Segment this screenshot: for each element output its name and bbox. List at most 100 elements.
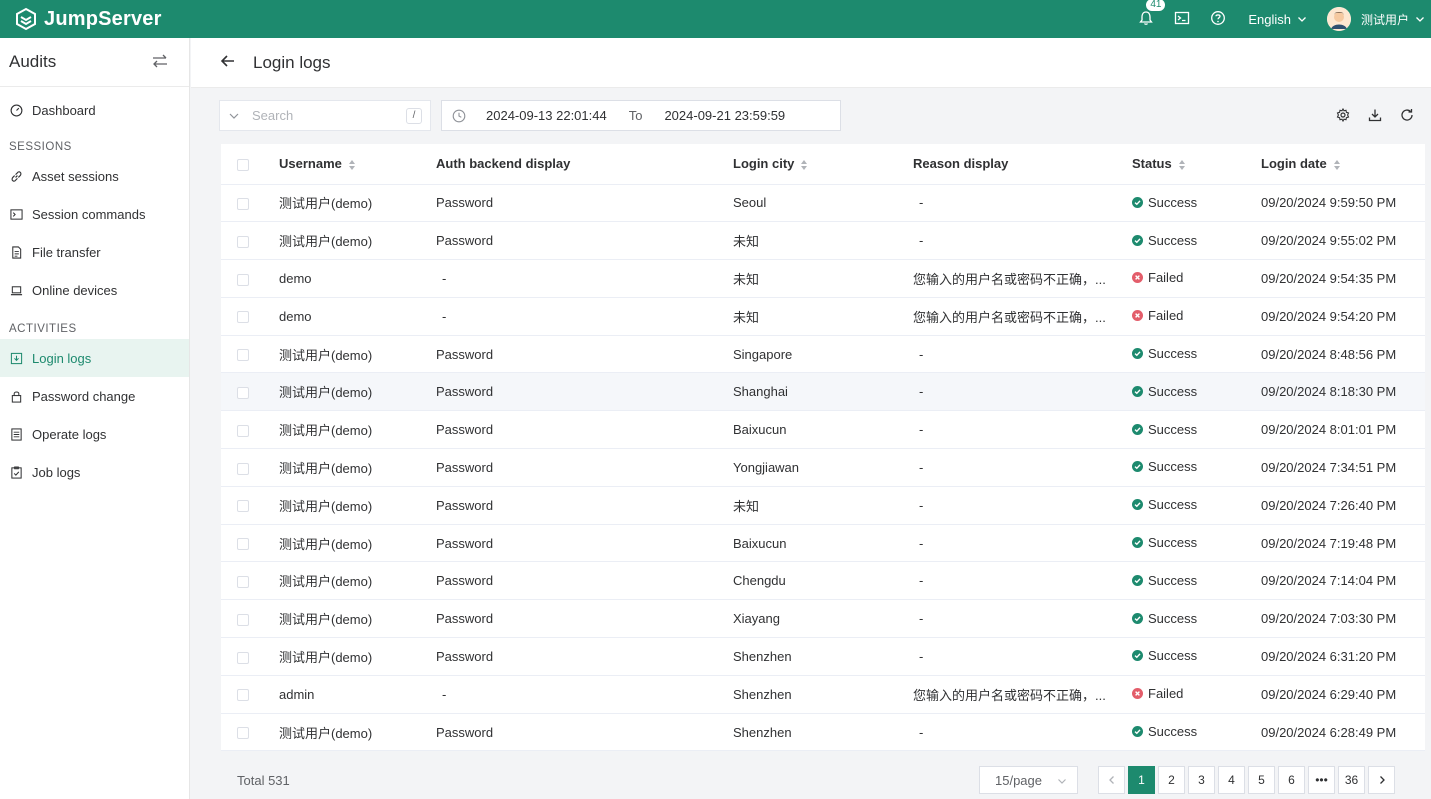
sidebar-item-dashboard[interactable]: Dashboard xyxy=(0,91,189,129)
sidebar-item-online-devices[interactable]: Online devices xyxy=(0,271,189,309)
next-page-button[interactable] xyxy=(1368,766,1395,794)
page-button[interactable]: 36 xyxy=(1338,766,1365,794)
sidebar-item-file-transfer[interactable]: File transfer xyxy=(0,233,189,271)
column-header-login-date[interactable]: Login date xyxy=(1261,144,1425,185)
row-select-cell[interactable] xyxy=(221,372,279,412)
table-row[interactable]: 测试用户(demo) Password 未知 - Success 09/20/2024 9… xyxy=(221,221,1425,261)
row-checkbox[interactable] xyxy=(237,613,249,626)
table-row[interactable]: 测试用户(demo) Password Seoul - Success 09/20/202… xyxy=(221,184,1425,223)
select-all-cell[interactable] xyxy=(221,144,279,185)
table-row[interactable]: 测试用户(demo) Password Shanghai - Success 09/20/… xyxy=(221,372,1425,412)
cell-login-city-text: 未知 xyxy=(733,309,760,325)
row-select-cell[interactable] xyxy=(221,524,279,563)
chevron-down-icon[interactable] xyxy=(228,110,240,122)
sort-icon[interactable] xyxy=(1333,159,1341,171)
row-select-cell[interactable] xyxy=(221,561,279,601)
page-button[interactable]: 5 xyxy=(1248,766,1275,794)
export-button[interactable] xyxy=(1359,104,1391,126)
clipboard-check-icon xyxy=(9,465,23,479)
sort-icon[interactable] xyxy=(348,159,356,171)
page-button[interactable]: 3 xyxy=(1188,766,1215,794)
row-checkbox[interactable] xyxy=(237,197,249,210)
language-selector[interactable]: English xyxy=(1236,12,1317,27)
row-checkbox[interactable] xyxy=(237,311,249,324)
row-checkbox[interactable] xyxy=(237,235,249,248)
table-row[interactable]: demo - 未知 您输入的用户名或密码不正确，... Failed 09/20/2024… xyxy=(221,297,1425,336)
brand[interactable]: JumpServer xyxy=(0,7,190,31)
search-input[interactable] xyxy=(252,108,392,123)
table-row[interactable]: 测试用户(demo) Password Yongjiawan - Success 09/2… xyxy=(221,448,1425,487)
table-row[interactable]: 测试用户(demo) Password Shenzhen - Success 09/20/… xyxy=(221,637,1425,676)
back-button[interactable] xyxy=(219,52,253,73)
row-select-cell[interactable] xyxy=(221,259,279,298)
sort-icon[interactable] xyxy=(1178,159,1186,171)
column-header-login-city[interactable]: Login city xyxy=(733,144,913,185)
page-button[interactable]: 6 xyxy=(1278,766,1305,794)
page-size-select[interactable]: 15/page xyxy=(979,766,1078,794)
row-select-cell[interactable] xyxy=(221,297,279,336)
table-row[interactable]: 测试用户(demo) Password Xiayang - Success 09/20/2… xyxy=(221,599,1425,639)
row-checkbox[interactable] xyxy=(237,689,249,702)
user-name: 测试用户 xyxy=(1360,12,1409,27)
row-checkbox[interactable] xyxy=(237,538,249,551)
row-checkbox[interactable] xyxy=(237,462,249,475)
cell-reason: - xyxy=(913,637,1132,676)
row-select-cell[interactable] xyxy=(221,448,279,487)
date-range-picker[interactable]: 2024-09-13 22:01:44 To 2024-09-21 23:59:… xyxy=(441,100,841,131)
row-select-cell[interactable] xyxy=(221,410,279,450)
select-all-checkbox[interactable] xyxy=(237,158,249,171)
sort-icon[interactable] xyxy=(800,159,808,171)
switch-view-icon[interactable] xyxy=(151,52,169,73)
row-checkbox[interactable] xyxy=(237,575,249,588)
date-to-input[interactable]: 2024-09-21 23:59:59 xyxy=(664,108,785,123)
refresh-button[interactable] xyxy=(1391,104,1423,126)
table-row[interactable]: demo - 未知 您输入的用户名或密码不正确，... Failed 09/20/2024… xyxy=(221,259,1425,298)
table-row[interactable]: 测试用户(demo) Password Baixucun - Success 09/20/… xyxy=(221,524,1425,563)
table-row[interactable]: 测试用户(demo) Password Singapore - Success 09/20… xyxy=(221,335,1425,374)
row-checkbox[interactable] xyxy=(237,349,249,362)
row-checkbox[interactable] xyxy=(237,500,249,513)
sidebar-item-asset-sessions[interactable]: Asset sessions xyxy=(0,157,189,195)
date-from-input[interactable]: 2024-09-13 22:01:44 xyxy=(486,108,607,123)
cell-login-city: Seoul xyxy=(733,184,913,223)
user-menu[interactable]: 测试用户 xyxy=(1317,7,1431,31)
sidebar-item-login-logs[interactable]: Login logs xyxy=(0,339,189,377)
row-select-cell[interactable] xyxy=(221,335,279,374)
search-box[interactable]: / xyxy=(219,100,431,131)
table-row[interactable]: 测试用户(demo) Password Chengdu - Success 09/20/2… xyxy=(221,561,1425,601)
cell-login-date-text: 09/20/2024 7:14:04 PM xyxy=(1261,573,1397,589)
page-button[interactable]: 4 xyxy=(1218,766,1245,794)
row-checkbox[interactable] xyxy=(237,386,249,399)
x-circle-icon xyxy=(1132,272,1143,284)
row-select-cell[interactable] xyxy=(221,184,279,223)
help-button[interactable] xyxy=(1200,0,1236,38)
sidebar-item-password-change[interactable]: Password change xyxy=(0,377,189,415)
row-select-cell[interactable] xyxy=(221,713,279,752)
file-icon xyxy=(9,245,23,259)
sidebar-item-job-logs[interactable]: Job logs xyxy=(0,453,189,491)
column-header-status[interactable]: Status xyxy=(1132,144,1261,185)
row-select-cell[interactable] xyxy=(221,599,279,639)
web-terminal-button[interactable] xyxy=(1164,0,1200,38)
notifications-button[interactable]: 41 xyxy=(1128,0,1167,38)
column-header-username[interactable]: Username xyxy=(279,144,436,185)
page-button[interactable]: 1 xyxy=(1128,766,1155,794)
row-select-cell[interactable] xyxy=(221,637,279,676)
table-row[interactable]: 测试用户(demo) Password 未知 - Success 09/20/2024 7… xyxy=(221,486,1425,525)
row-select-cell[interactable] xyxy=(221,221,279,261)
table-row[interactable]: admin - Shenzhen 您输入的用户名或密码不正确，... Failed 09/… xyxy=(221,675,1425,714)
row-select-cell[interactable] xyxy=(221,675,279,714)
settings-button[interactable] xyxy=(1327,104,1359,126)
table-row[interactable]: 测试用户(demo) Password Shenzhen - Success 09/20/… xyxy=(221,713,1425,752)
sidebar-item-session-commands[interactable]: Session commands xyxy=(0,195,189,233)
page-button[interactable]: 2 xyxy=(1158,766,1185,794)
more-pages-button[interactable]: ••• xyxy=(1308,766,1335,794)
row-select-cell[interactable] xyxy=(221,486,279,525)
row-checkbox[interactable] xyxy=(237,424,249,437)
sidebar-item-operate-logs[interactable]: Operate logs xyxy=(0,415,189,453)
row-checkbox[interactable] xyxy=(237,651,249,664)
row-checkbox[interactable] xyxy=(237,273,249,286)
prev-page-button[interactable] xyxy=(1098,766,1125,794)
row-checkbox[interactable] xyxy=(237,727,249,740)
table-row[interactable]: 测试用户(demo) Password Baixucun - Success 09/20/… xyxy=(221,410,1425,450)
